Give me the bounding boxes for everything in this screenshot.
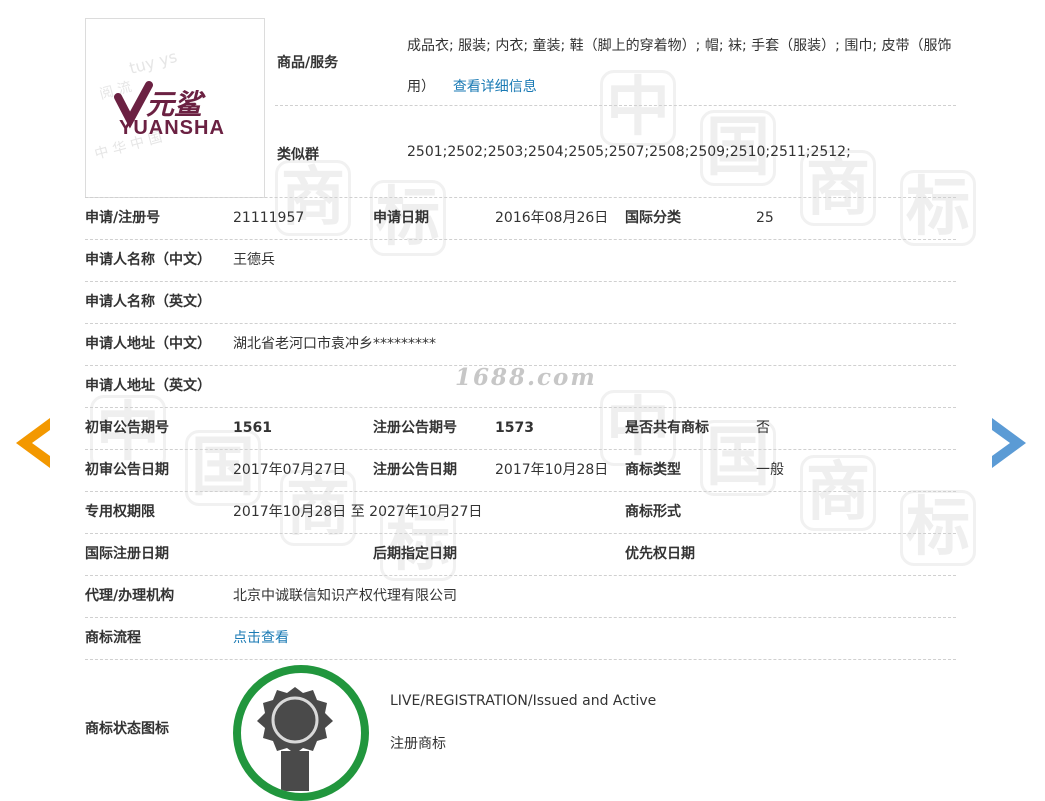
status-seal-icon <box>233 665 369 801</box>
prelim-no-label: 初审公告期号 <box>85 420 169 436</box>
row-applicant-en: 申请人名称（英文） <box>85 282 956 323</box>
shared-label: 是否共有商标 <box>625 420 709 436</box>
applicant-cn-label: 申请人名称（中文） <box>85 252 211 268</box>
app-date-value: 2016年08月26日 <box>495 210 609 226</box>
address-en-label: 申请人地址（英文） <box>85 378 211 394</box>
status-english: LIVE/REGISTRATION/Issued and Active <box>390 693 657 709</box>
site-watermark: 1688.com <box>455 364 597 391</box>
goods-services-value: 成品衣; 服装; 内衣; 童装; 鞋（脚上的穿着物）; 帽; 袜; 手套（服装）… <box>407 26 955 108</box>
previous-arrow-icon[interactable] <box>16 418 52 472</box>
shared-value: 否 <box>756 420 770 436</box>
row-applicant-cn: 申请人名称（中文） 王德兵 <box>85 240 956 281</box>
similar-group-value: 2501;2502;2503;2504;2505;2507;2508;2509;… <box>407 144 851 160</box>
app-date-label: 申请日期 <box>373 210 429 226</box>
applicant-en-label: 申请人名称（英文） <box>85 294 211 310</box>
reg-pub-date-label: 注册公告日期 <box>373 462 457 478</box>
intl-class-value: 25 <box>756 210 774 226</box>
reg-no-value: 21111957 <box>233 210 305 226</box>
agent-label: 代理/办理机构 <box>85 588 175 604</box>
agent-value: 北京中诚联信知识产权代理有限公司 <box>233 588 457 604</box>
row-announcement-number: 初审公告期号 1561 注册公告期号 1573 是否共有商标 否 <box>85 408 956 449</box>
reg-no-label: 申请/注册号 <box>85 210 161 226</box>
tm-form-label: 商标形式 <box>625 504 681 520</box>
tm-type-value: 一般 <box>756 462 784 478</box>
applicant-cn-value: 王德兵 <box>233 252 275 268</box>
priority-label: 优先权日期 <box>625 546 695 562</box>
status-chinese: 注册商标 <box>390 736 446 752</box>
intl-class-label: 国际分类 <box>625 210 681 226</box>
exclusive-value: 2017年10月28日 至 2027年10月27日 <box>233 504 483 520</box>
flow-label: 商标流程 <box>85 630 141 646</box>
next-arrow-icon[interactable] <box>990 418 1026 472</box>
reg-pub-no-value: 1573 <box>495 420 534 436</box>
row-exclusive-period: 专用权期限 2017年10月28日 至 2027年10月27日 商标形式 <box>85 492 956 533</box>
tm-type-label: 商标类型 <box>625 462 681 478</box>
later-label: 后期指定日期 <box>373 546 457 562</box>
goods-services-label: 商品/服务 <box>277 55 339 71</box>
row-agent: 代理/办理机构 北京中诚联信知识产权代理有限公司 <box>85 576 956 617</box>
reg-pub-date-value: 2017年10月28日 <box>495 462 609 478</box>
prelim-no-value: 1561 <box>233 420 272 436</box>
trademark-logo-image: tuy ys 阅 流 中 华 中 国 元鲨 YUANSHA <box>85 18 265 198</box>
svg-text:YUANSHA: YUANSHA <box>119 117 225 139</box>
svg-text:tuy ys: tuy ys <box>127 47 179 78</box>
reg-pub-no-label: 注册公告期号 <box>373 420 457 436</box>
prelim-date-value: 2017年07月27日 <box>233 462 347 478</box>
status-icon-label: 商标状态图标 <box>85 721 169 737</box>
row-flow: 商标流程 点击查看 <box>85 618 956 659</box>
address-cn-label: 申请人地址（中文） <box>85 336 211 352</box>
divider <box>85 659 956 660</box>
row-intl-dates: 国际注册日期 后期指定日期 优先权日期 <box>85 534 956 575</box>
address-cn-value: 湖北省老河口市袁冲乡********* <box>233 336 436 352</box>
exclusive-label: 专用权期限 <box>85 504 155 520</box>
divider <box>275 105 956 106</box>
intl-reg-label: 国际注册日期 <box>85 546 169 562</box>
prelim-date-label: 初审公告日期 <box>85 462 169 478</box>
view-details-link[interactable]: 查看详细信息 <box>453 79 537 95</box>
row-address-cn: 申请人地址（中文） 湖北省老河口市袁冲乡********* <box>85 324 956 365</box>
row-announcement-date: 初审公告日期 2017年07月27日 注册公告日期 2017年10月28日 商标… <box>85 450 956 491</box>
similar-group-label: 类似群 <box>277 147 319 163</box>
row-registration-number: 申请/注册号 21111957 申请日期 2016年08月26日 国际分类 25 <box>85 198 956 239</box>
view-flow-link[interactable]: 点击查看 <box>233 618 289 659</box>
